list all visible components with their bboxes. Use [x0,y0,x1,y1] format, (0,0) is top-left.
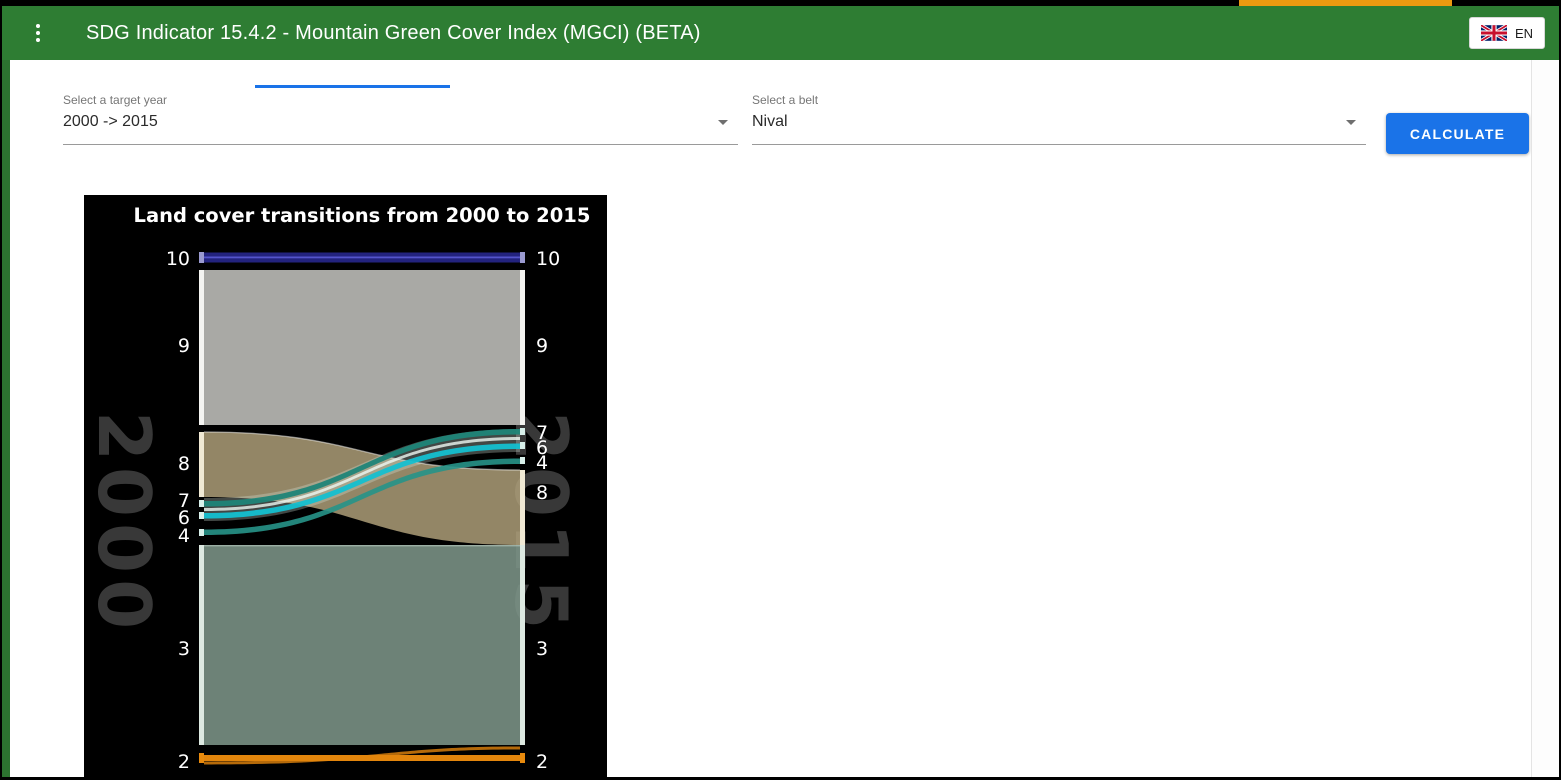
right-tick-label: 3 [536,638,548,660]
language-label: EN [1514,25,1533,41]
node-left-3 [199,545,204,745]
app-header: SDG Indicator 15.4.2 - Mountain Green Co… [2,6,1559,60]
belt-value: Nival [752,113,788,130]
node-left-6 [199,512,204,519]
belt-select[interactable]: Select a belt Nival [752,92,1366,145]
right-tick-label: 8 [536,482,548,504]
left-tick-label: 4 [178,525,190,547]
node-right-3 [520,545,525,745]
node-left-2 [199,753,204,763]
node-left-10 [199,252,204,263]
node-left-9 [199,270,204,425]
left-tick-label: 2 [178,751,190,773]
node-right-7 [520,428,525,435]
node-right-9 [520,270,525,425]
dropdown-arrow-icon [1346,119,1356,125]
uk-flag-icon [1480,25,1507,41]
node-right-10 [520,252,525,263]
node-right-8 [520,470,525,545]
node-right-2 [520,753,525,763]
language-button[interactable]: EN [1468,17,1545,49]
flow-3-3-edge [204,545,520,547]
flow-9-9 [204,270,520,425]
right-node-bars [520,252,525,763]
left-tick-label: 9 [178,335,190,357]
right-tick-label: 10 [536,248,560,270]
node-left-7 [199,500,204,507]
page-title: SDG Indicator 15.4.2 - Mountain Green Co… [86,21,701,44]
node-left-4 [199,529,204,536]
calculate-button[interactable]: CALCULATE [1386,113,1529,154]
right-tick-label: 2 [536,751,548,773]
node-right-4 [520,457,525,464]
right-tick-label: 9 [536,335,548,357]
chart-title: Land cover transitions from 2000 to 2015 [134,204,591,227]
sankey-flows [203,252,521,765]
right-tick-label: 4 [536,452,548,474]
target-year-label: Select a target year [63,93,168,107]
node-left-8 [199,432,204,497]
kebab-menu-icon[interactable] [30,20,46,46]
target-year-select[interactable]: Select a target year 2000 -> 2015 [63,92,738,145]
sankey-chart: 2000 2015 Land cover transitions from 20… [84,195,607,777]
flow-3-3 [204,545,520,745]
left-tick-label: 10 [166,248,190,270]
app-window: SDG Indicator 15.4.2 - Mountain Green Co… [2,6,1559,777]
belt-label: Select a belt [752,93,819,107]
dropdown-arrow-icon [718,119,728,125]
left-tick-label: 3 [178,638,190,660]
left-green-strip [2,60,10,777]
node-right-6 [520,442,525,449]
scrollbar-track[interactable] [1531,60,1559,777]
flow-10-10-highlight [204,256,520,259]
main-content: Select a target year 2000 -> 2015 Select… [10,60,1531,777]
target-year-value: 2000 -> 2015 [63,113,158,130]
left-tick-label: 8 [178,453,190,475]
left-axis-year-watermark: 2000 [84,411,166,635]
active-tab-underline[interactable] [255,85,450,88]
